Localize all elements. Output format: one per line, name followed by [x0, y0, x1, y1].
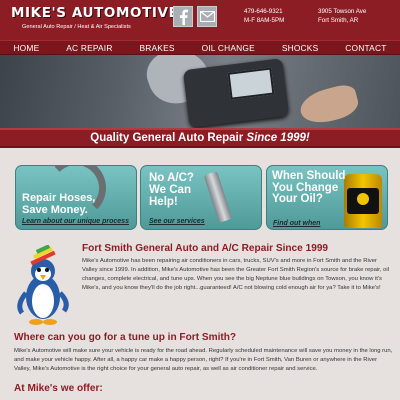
nav-item-ac-repair[interactable]: AC REPAIR [66, 43, 112, 53]
promo-link[interactable]: See our services [149, 218, 205, 225]
address-line2: Fort Smith, AR [318, 17, 359, 24]
nav-item-home[interactable]: HOME [13, 43, 39, 53]
promo-line: No A/C? [149, 172, 194, 184]
business-hours: M-F 8AM-5PM [244, 17, 285, 24]
promo-line: Repair Hoses, [22, 192, 96, 204]
intro-paragraph: Mike's Automotive has been repairing air… [82, 258, 389, 291]
phone-number[interactable]: 479-646-9321 [244, 7, 284, 16]
address-line1: 3905 Towson Ave [318, 8, 367, 15]
facebook-icon[interactable] [173, 6, 193, 27]
promo-line: We Can [149, 184, 191, 196]
promo-link[interactable]: Find out when [273, 220, 320, 227]
hero-diagnostic-device [182, 58, 290, 128]
main-nav: HOME AC REPAIR BRAKES OIL CHANGE SHOCKS … [0, 40, 400, 55]
oil-bottle-icon [344, 174, 382, 228]
ac-part-icon [203, 171, 233, 223]
tuneup-heading: Where can you go for a tune up in Fort S… [14, 332, 237, 343]
nav-item-brakes[interactable]: BRAKES [139, 43, 174, 53]
site-header: MIKE'S AUTOMOTIVE General Auto Repair / … [0, 0, 400, 40]
logo-tagline: General Auto Repair / Heat & Air Special… [22, 24, 131, 30]
email-icon[interactable] [197, 6, 217, 27]
promo-line: When Should [272, 170, 346, 182]
nav-item-oil-change[interactable]: OIL CHANGE [202, 43, 255, 53]
logo-title: MIKE'S AUTOMOTIVE [11, 5, 179, 21]
banner-text: Quality General Auto Repair [90, 132, 244, 144]
social-links [173, 6, 217, 27]
penguin-mascot-icon [17, 245, 69, 325]
site-logo[interactable]: MIKE'S AUTOMOTIVE General Auto Repair / … [11, 5, 178, 31]
address-info: 3905 Towson Ave Fort Smith, AR [318, 7, 366, 25]
hero-hand [296, 82, 362, 128]
contact-info: 479-646-9321 M-F 8AM-5PM [244, 7, 284, 25]
promo-line: Help! [149, 196, 178, 208]
tuneup-paragraph: Mike's Automotive will make sure your ve… [14, 348, 393, 372]
hero-image [0, 55, 400, 128]
promo-oil-change[interactable]: When Should You Change Your Oil? Find ou… [266, 165, 388, 230]
promo-line: Save Money. [22, 204, 88, 216]
hero-device-screen [227, 67, 275, 100]
quality-banner: Quality General Auto Repair Since 1999! [0, 128, 400, 148]
nav-item-shocks[interactable]: SHOCKS [282, 43, 319, 53]
promo-link[interactable]: Learn about our unique process [22, 218, 129, 225]
intro-heading: Fort Smith General Auto and A/C Repair S… [82, 243, 329, 254]
promo-ac-help[interactable]: No A/C? We Can Help! See our services [140, 165, 262, 230]
banner-emphasis: Since 1999! [246, 132, 310, 144]
offers-heading: At Mike's we offer: [14, 383, 103, 394]
promo-repair-hoses[interactable]: Repair Hoses, Save Money. Learn about ou… [15, 165, 137, 230]
promo-line: Your Oil? [272, 193, 323, 205]
nav-item-contact[interactable]: CONTACT [345, 43, 386, 53]
